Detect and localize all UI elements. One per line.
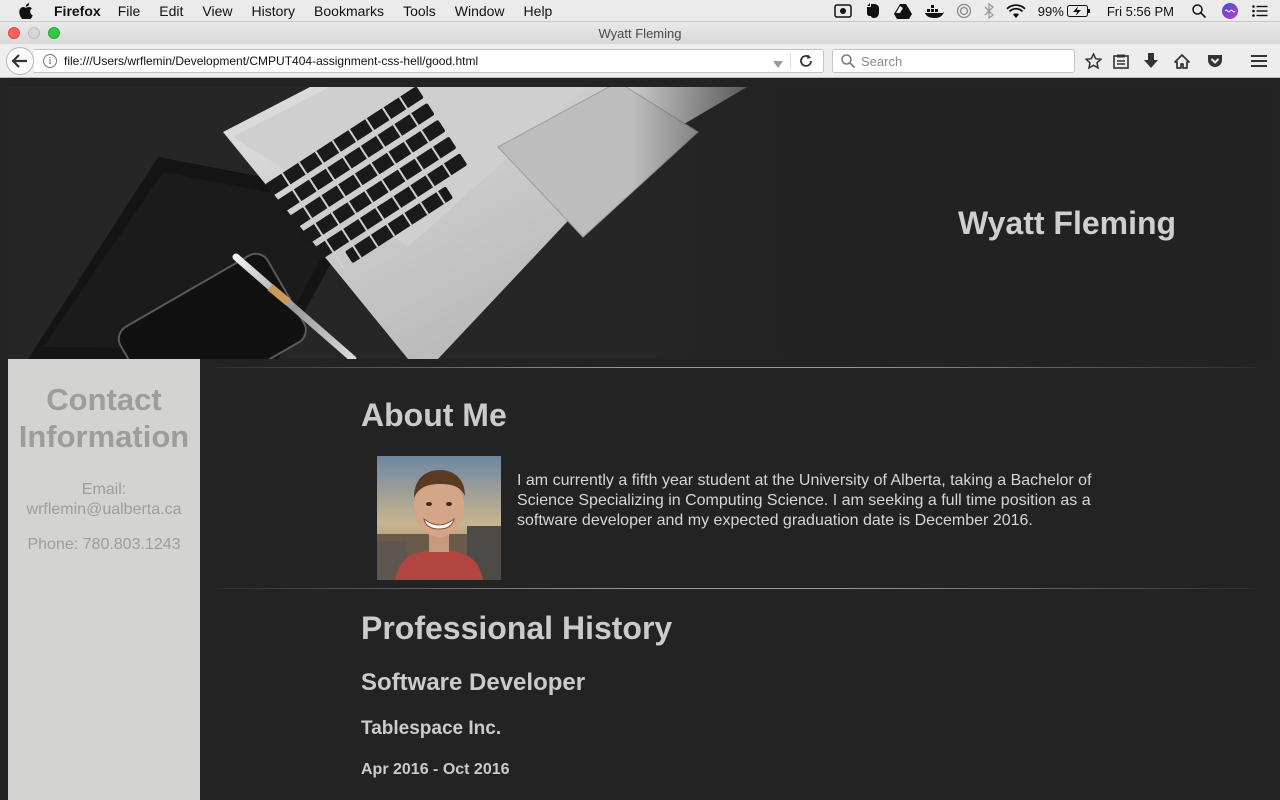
macos-menu-bar: Firefox File Edit View History Bookmarks… bbox=[0, 0, 1280, 22]
window-controls bbox=[8, 27, 68, 39]
menu-bar-status-area: 99% Fri 5:56 PM bbox=[834, 0, 1280, 22]
screen-record-icon[interactable] bbox=[834, 4, 852, 18]
bookmark-star-icon[interactable] bbox=[1084, 52, 1102, 70]
phone-number: Phone: 780.803.1243 bbox=[27, 536, 181, 553]
window-title-bar: Wyatt Fleming bbox=[0, 22, 1280, 44]
clock[interactable]: Fri 5:56 PM bbox=[1107, 4, 1174, 19]
menu-file[interactable]: File bbox=[118, 3, 141, 19]
professional-history-heading: Professional History bbox=[361, 610, 673, 646]
spotlight-search-icon[interactable] bbox=[1192, 4, 1206, 18]
reading-list-icon[interactable] bbox=[1112, 52, 1130, 70]
laptop-hero-image bbox=[8, 87, 808, 359]
site-info-icon[interactable]: i bbox=[43, 54, 57, 68]
back-button[interactable] bbox=[6, 47, 34, 75]
notification-center-icon[interactable] bbox=[1252, 5, 1268, 17]
job-title: Software Developer bbox=[361, 669, 586, 696]
menu-window[interactable]: Window bbox=[455, 3, 505, 19]
back-arrow-icon bbox=[12, 54, 27, 68]
minimize-window-button[interactable] bbox=[28, 27, 40, 39]
close-window-button[interactable] bbox=[8, 27, 20, 39]
evernote-icon[interactable] bbox=[864, 3, 882, 19]
about-heading: About Me bbox=[361, 397, 507, 433]
menu-help[interactable]: Help bbox=[524, 3, 553, 19]
browser-toolbar: i file:///Users/wrflemin/Development/CMP… bbox=[0, 44, 1280, 78]
pocket-icon[interactable] bbox=[1206, 52, 1224, 70]
email-label: Email: bbox=[81, 481, 127, 498]
window-title: Wyatt Fleming bbox=[598, 25, 682, 41]
hamburger-menu-icon[interactable] bbox=[1250, 52, 1268, 70]
web-page: Wyatt Fleming Contact Information Email:… bbox=[0, 79, 1280, 800]
url-history-dropdown-icon[interactable] bbox=[773, 57, 783, 71]
search-icon bbox=[841, 54, 855, 68]
menu-app-name[interactable]: Firefox bbox=[54, 3, 101, 19]
home-icon[interactable] bbox=[1173, 52, 1191, 70]
zoom-window-button[interactable] bbox=[48, 27, 60, 39]
url-text[interactable]: file:///Users/wrflemin/Development/CMPUT… bbox=[64, 54, 478, 68]
siri-icon[interactable] bbox=[1222, 3, 1238, 19]
menu-tools[interactable]: Tools bbox=[403, 3, 436, 19]
email-address: wrflemin@ualberta.ca bbox=[26, 501, 182, 518]
page-header: Wyatt Fleming bbox=[8, 87, 1272, 359]
reload-icon[interactable] bbox=[799, 54, 813, 71]
contact-sidebar: Contact Information Email: wrflemin@ualb… bbox=[8, 359, 200, 800]
contact-heading: Contact Information bbox=[18, 382, 190, 454]
company-name: Tablespace Inc. bbox=[361, 718, 502, 739]
url-bar-separator bbox=[790, 53, 791, 69]
downloads-icon[interactable] bbox=[1142, 52, 1160, 70]
google-drive-icon[interactable] bbox=[893, 3, 912, 19]
menu-edit[interactable]: Edit bbox=[159, 3, 183, 19]
search-placeholder[interactable]: Search bbox=[861, 54, 902, 69]
employment-dates: Apr 2016 - Oct 2016 bbox=[361, 761, 510, 778]
section-divider bbox=[216, 588, 1256, 589]
header-name: Wyatt Fleming bbox=[958, 205, 1177, 241]
profile-photo bbox=[377, 456, 501, 580]
bluetooth-icon[interactable] bbox=[984, 3, 994, 19]
section-divider bbox=[216, 367, 1256, 368]
battery-percent: 99% bbox=[1037, 3, 1064, 19]
wifi-icon[interactable] bbox=[1006, 3, 1026, 19]
apple-menu-icon[interactable] bbox=[19, 2, 35, 19]
menu-bookmarks[interactable]: Bookmarks bbox=[314, 3, 384, 19]
url-bar[interactable]: i file:///Users/wrflemin/Development/CMP… bbox=[34, 49, 824, 73]
menu-view[interactable]: View bbox=[202, 3, 232, 19]
about-paragraph: I am currently a fifth year student at t… bbox=[517, 472, 1092, 529]
sync-spiral-icon[interactable] bbox=[956, 3, 972, 19]
battery-charging-icon[interactable] bbox=[1066, 5, 1091, 17]
docker-icon[interactable] bbox=[924, 4, 944, 18]
search-bar[interactable]: Search bbox=[832, 49, 1075, 73]
menu-history[interactable]: History bbox=[251, 3, 295, 19]
